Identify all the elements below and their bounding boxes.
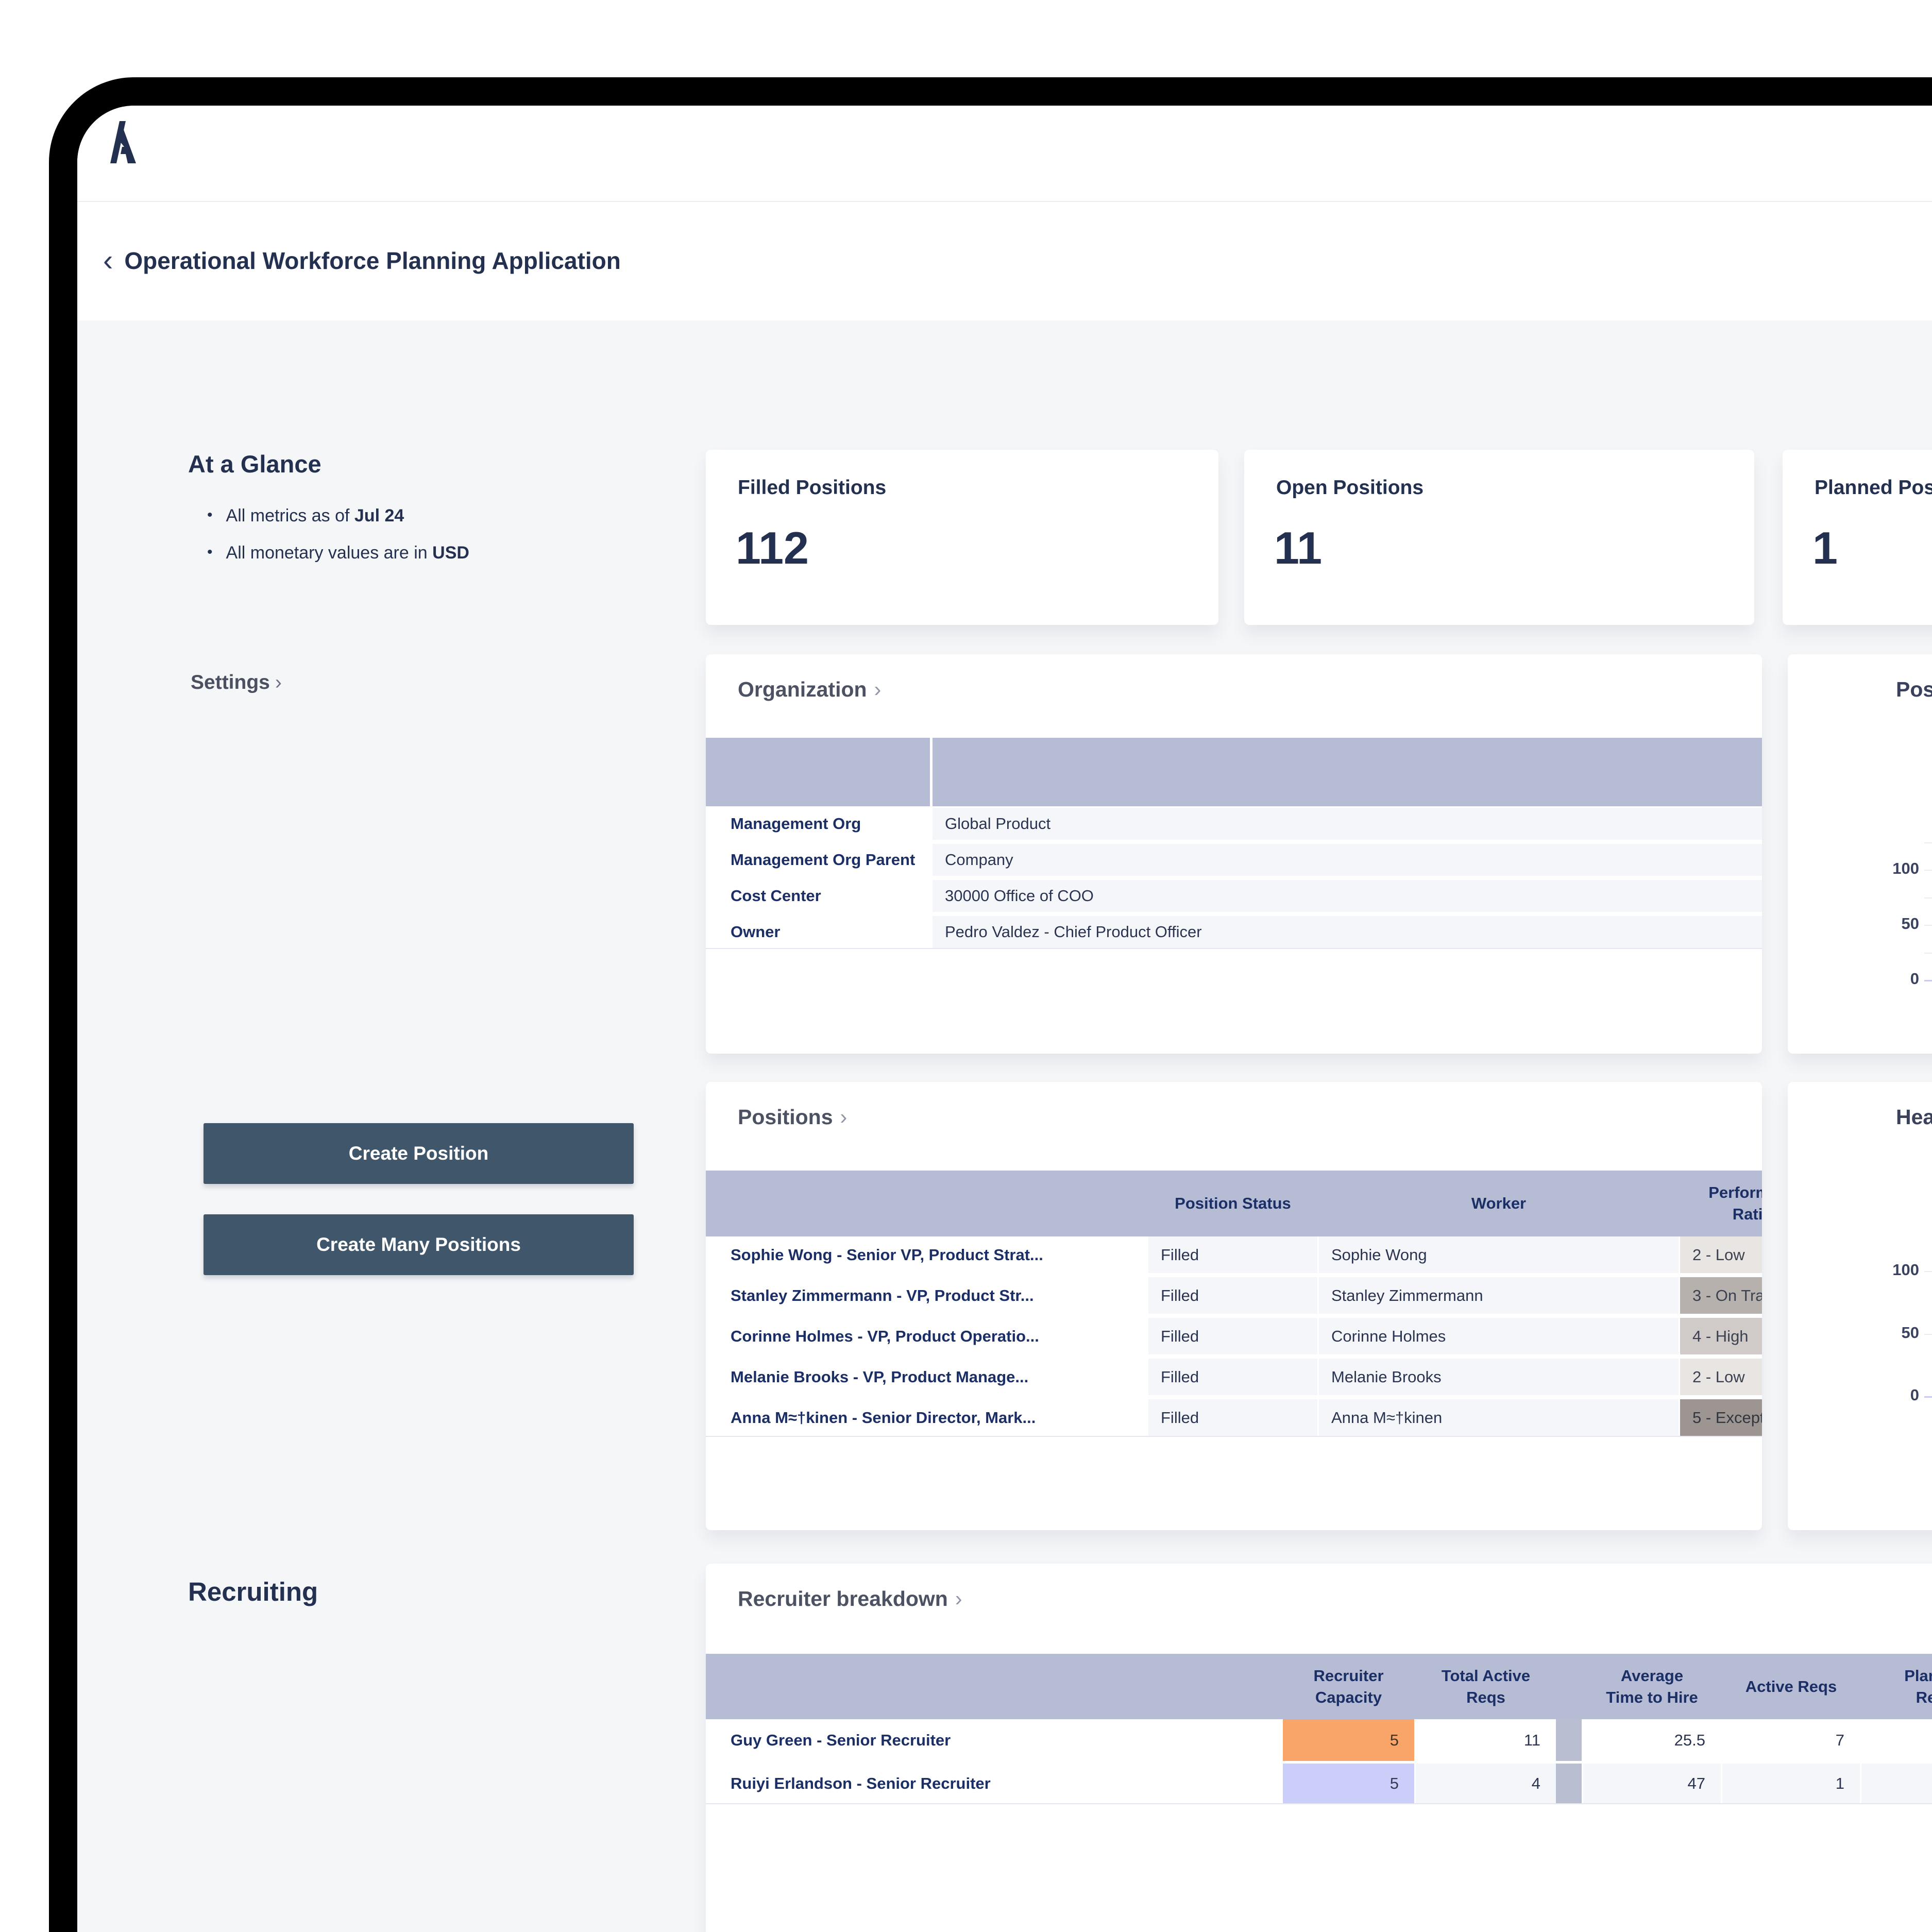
- position-status-cell: Filled: [1148, 1277, 1317, 1314]
- recruiter-breakdown-card: Recruiter breakdown› Recruiter Capacity …: [706, 1564, 1932, 1932]
- recruiter-name: Ruiyi Erlandson - Senior Recruiter: [706, 1764, 1283, 1803]
- org-header-cell: [706, 738, 930, 806]
- title-bar: ‹ Operational Workforce Planning Applica…: [77, 202, 1932, 319]
- metric-label: Filled Positions: [738, 477, 886, 499]
- position-status-cell: Filled: [1148, 1359, 1317, 1395]
- org-row-value: Global Product: [933, 808, 1762, 840]
- chevron-right-icon: ›: [955, 1587, 962, 1611]
- create-position-button[interactable]: Create Position: [204, 1123, 634, 1184]
- org-row-label: Management Org Parent: [706, 844, 930, 876]
- position-name-link[interactable]: Sophie Wong - Senior VP, Product Strat..…: [706, 1236, 1148, 1273]
- filled-positions-card: Filled Positions 112: [706, 450, 1218, 625]
- average-time-to-hire-cell: 25.5: [1583, 1719, 1721, 1761]
- open-positions-card: Open Positions 11: [1244, 450, 1754, 625]
- y-axis-tick-label: 50: [1862, 914, 1919, 933]
- position-name-link[interactable]: Melanie Brooks - VP, Product Manage...: [706, 1359, 1148, 1395]
- position-status-cell: Filled: [1148, 1399, 1317, 1436]
- column-header-recruiter-capacity: Recruiter Capacity: [1283, 1654, 1414, 1719]
- main-content: At a Glance •All metrics as of Jul 24 •A…: [77, 320, 1932, 1932]
- column-header-performance-rating: Performance Rating: [1680, 1171, 1762, 1236]
- recruiter-name: Guy Green - Senior Recruiter: [706, 1719, 1283, 1761]
- positions-title-link[interactable]: Positions›: [738, 1105, 847, 1129]
- position-pipeline-card: Position pipeline 050100Jan 24: [1788, 654, 1932, 1054]
- position-status-cell: Filled: [1148, 1318, 1317, 1354]
- column-header-active-reqs: Active Reqs: [1722, 1654, 1860, 1719]
- performance-rating-cell: 2 - Low: [1680, 1236, 1762, 1273]
- chevron-right-icon: ›: [874, 677, 882, 701]
- performance-rating-cell: 5 - Exceptional: [1680, 1399, 1762, 1436]
- position-status-cell: Filled: [1148, 1236, 1317, 1273]
- position-name-link[interactable]: Corinne Holmes - VP, Product Operatio...: [706, 1318, 1148, 1354]
- app-header: [77, 106, 1932, 201]
- total-active-reqs-cell: 11: [1416, 1719, 1556, 1761]
- org-row-label: Cost Center: [706, 880, 930, 912]
- settings-link[interactable]: Settings›: [191, 671, 282, 694]
- planned-positions-card: Planned Positions 1: [1783, 450, 1932, 625]
- page: ‹ Operational Workforce Planning Applica…: [0, 0, 1932, 1932]
- recruiter-breakdown-title-link[interactable]: Recruiter breakdown›: [738, 1587, 962, 1611]
- org-row-label: Owner: [706, 916, 930, 948]
- planned-reqs-cell: [1861, 1764, 1932, 1803]
- y-axis-tick-label: 0: [1862, 970, 1919, 988]
- column-header-total-active-reqs: Total Active Reqs: [1416, 1654, 1556, 1719]
- active-reqs-cell: 1: [1722, 1764, 1860, 1803]
- org-row-label: Management Org: [706, 808, 930, 840]
- recruiter-capacity-cell: 5: [1283, 1764, 1414, 1803]
- active-reqs-cell: 7: [1722, 1719, 1860, 1761]
- org-header-cell: [933, 738, 1762, 806]
- total-active-reqs-cell: 4: [1416, 1764, 1556, 1803]
- spacer-cell: [1556, 1764, 1582, 1803]
- worker-cell: Anna M≈†kinen: [1319, 1399, 1679, 1436]
- org-row-value: 30000 Office of COO: [933, 880, 1762, 912]
- headcount-chart: 050100Jan 24Feb 24: [1788, 1082, 1932, 1530]
- app-screen: ‹ Operational Workforce Planning Applica…: [77, 106, 1932, 1932]
- worker-cell: Melanie Brooks: [1319, 1359, 1679, 1395]
- org-row-value: Company: [933, 844, 1762, 876]
- planned-reqs-cell: [1861, 1719, 1932, 1761]
- bullet-dot-icon: •: [207, 544, 213, 561]
- metric-value: 11: [1274, 522, 1322, 574]
- chevron-right-icon: ›: [840, 1105, 848, 1129]
- performance-rating-cell: 2 - Low: [1680, 1359, 1762, 1395]
- spacer-cell: [1556, 1719, 1582, 1761]
- performance-rating-cell: 4 - High: [1680, 1318, 1762, 1354]
- metric-value: 1: [1812, 522, 1838, 574]
- headcount-card: Headcount 050100Jan 24Feb 24: [1788, 1082, 1932, 1530]
- column-header-planned-reqs: Planned Reqs: [1861, 1654, 1932, 1719]
- metric-label: Open Positions: [1276, 477, 1423, 499]
- column-header-worker: Worker: [1319, 1171, 1679, 1236]
- create-many-positions-button[interactable]: Create Many Positions: [204, 1214, 634, 1275]
- recruiting-heading: Recruiting: [188, 1577, 318, 1607]
- y-axis-tick-label: 0: [1862, 1386, 1919, 1404]
- metric-value: 112: [736, 522, 809, 574]
- glance-bullet-metrics: •All metrics as of Jul 24: [207, 506, 404, 526]
- organization-card: Organization› Management Org Global Prod…: [706, 654, 1762, 1054]
- recruiter-capacity-cell: 5: [1283, 1719, 1414, 1761]
- y-axis-tick-label: 50: [1862, 1324, 1919, 1342]
- position-name-link[interactable]: Stanley Zimmermann - VP, Product Str...: [706, 1277, 1148, 1314]
- anaplan-logo-icon: [106, 121, 136, 163]
- performance-rating-cell: 3 - On Track: [1680, 1277, 1762, 1314]
- chevron-right-icon: ›: [275, 671, 282, 693]
- org-row-value: Pedro Valdez - Chief Product Officer: [933, 916, 1762, 948]
- y-axis-tick-label: 100: [1862, 859, 1919, 878]
- column-header-position-status: Position Status: [1148, 1171, 1317, 1236]
- back-chevron-icon[interactable]: ‹: [103, 246, 113, 276]
- worker-cell: Corinne Holmes: [1319, 1318, 1679, 1354]
- y-axis-tick-label: 100: [1862, 1261, 1919, 1279]
- glance-bullet-currency: •All monetary values are in USD: [207, 543, 469, 563]
- column-header-average-time-to-hire: Average Time to Hire: [1583, 1654, 1721, 1719]
- page-title: Operational Workforce Planning Applicati…: [124, 247, 621, 275]
- position-pipeline-chart: 050100Jan 24: [1788, 654, 1932, 1054]
- worker-cell: Stanley Zimmermann: [1319, 1277, 1679, 1314]
- average-time-to-hire-cell: 47: [1583, 1764, 1721, 1803]
- organization-title-link[interactable]: Organization›: [738, 677, 881, 702]
- bullet-dot-icon: •: [207, 506, 213, 524]
- worker-cell: Sophie Wong: [1319, 1236, 1679, 1273]
- positions-card: Positions› Position Status Worker Perfor…: [706, 1082, 1762, 1530]
- position-name-link[interactable]: Anna M≈†kinen - Senior Director, Mark...: [706, 1399, 1148, 1436]
- at-a-glance-heading: At a Glance: [188, 450, 321, 478]
- metric-label: Planned Positions: [1815, 477, 1932, 499]
